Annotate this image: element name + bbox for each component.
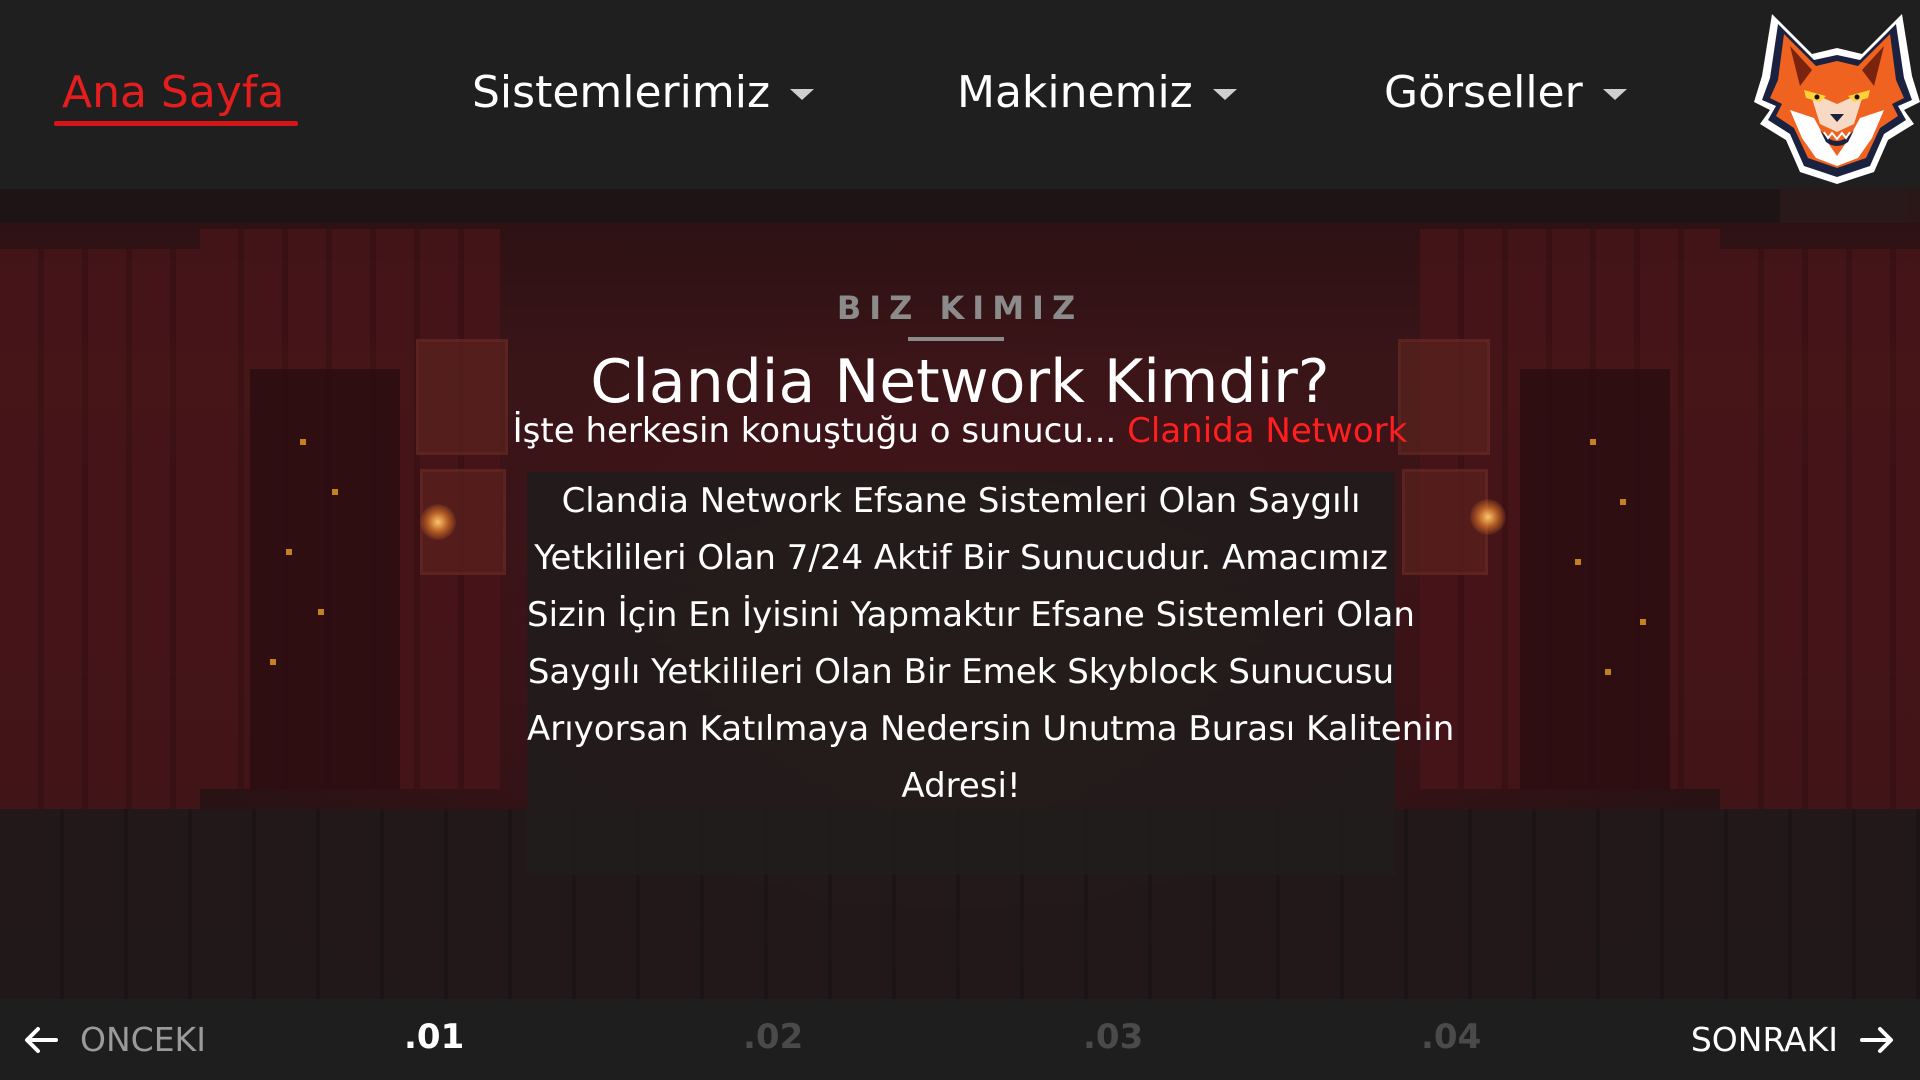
page-indicator-2[interactable]: .02 [743,1017,803,1057]
description-line: Clandia Network Efsane Sistemleri Olan S… [561,481,1361,521]
subtitle-text: İşte herkesin konuştuğu o sunucu... [512,411,1117,451]
section-eyebrow: BIZ KIMIZ [836,289,1084,327]
subtitle-accent-text: Clanida Network [1127,411,1408,451]
page-indicator-3[interactable]: .03 [1083,1017,1143,1057]
description-line: Arıyorsan Katılmaya Nedersin Unutma Bura… [527,709,1455,749]
nav-item-home[interactable]: Ana Sayfa [62,62,284,122]
next-button[interactable]: SONRAKI [1691,999,1894,1080]
chevron-down-icon [1602,88,1627,100]
active-nav-underline [54,121,298,126]
previous-button[interactable]: ONCEKI [24,999,206,1080]
description-line: Yetkilileri Olan 7/24 Aktif Bir Sunucudu… [534,538,1388,578]
nav-item-systems[interactable]: Sistemlerimiz [472,62,815,122]
description-line: Adresi! [901,766,1021,806]
page-indicator-1[interactable]: .01 [404,1017,464,1057]
slide-pager: ONCEKI .01 .02 .03 .04 SONRAKI [0,999,1920,1080]
nav-item-label: Görseller [1384,66,1583,118]
nav-item-label: Sistemlerimiz [472,66,771,118]
description-line: Saygılı Yetkilileri Olan Bir Emek Skyblo… [527,652,1395,692]
top-navbar: Ana Sayfa Sistemlerimiz Makinemiz Görsel… [0,0,1920,189]
about-section: BIZ KIMIZ Clandia Network Kimdir? İşte h… [0,189,1920,1000]
arrow-left-icon [24,1026,58,1054]
chevron-down-icon [1212,88,1237,100]
description-line: Sizin İçin En İyisini Yapmaktır Efsane S… [527,595,1415,635]
previous-label: ONCEKI [80,1020,206,1059]
nav-item-visuals[interactable]: Görseller [1384,62,1627,122]
description-text: Clandia Network Efsane Sistemleri Olan S… [527,473,1455,815]
eyebrow-underline [908,337,1004,341]
fox-mascot-icon[interactable] [1754,6,1920,186]
next-label: SONRAKI [1690,1020,1838,1059]
nav-item-machine[interactable]: Makinemiz [957,62,1237,122]
chevron-down-icon [790,88,815,100]
nav-item-label: Makinemiz [957,66,1193,118]
nav-item-label: Ana Sayfa [62,66,285,118]
page-indicator-4[interactable]: .04 [1421,1017,1481,1057]
section-title: Clandia Network Kimdir? [590,347,1330,417]
arrow-right-icon [1860,1026,1894,1054]
section-subtitle: İşte herkesin konuştuğu o sunucu... Clan… [0,411,1920,451]
